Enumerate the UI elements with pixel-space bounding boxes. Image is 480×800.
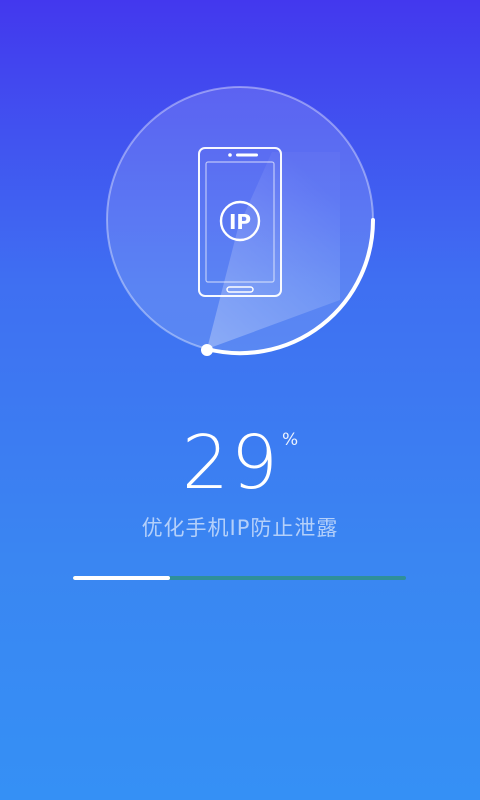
progress-bar-fill [73,576,170,580]
percent-sign: % [282,430,299,450]
percent-value: 29 [181,420,280,506]
percent-display: 29% [0,418,480,508]
ip-optimization-screen: IP 29% 优化手机IP防止泄露 [0,0,480,800]
progress-bar [73,576,406,580]
scan-graphic: IP [106,86,376,356]
status-subtitle: 优化手机IP防止泄露 [141,516,339,540]
progress-dot [201,344,213,356]
ip-badge-text: IP [229,210,251,234]
